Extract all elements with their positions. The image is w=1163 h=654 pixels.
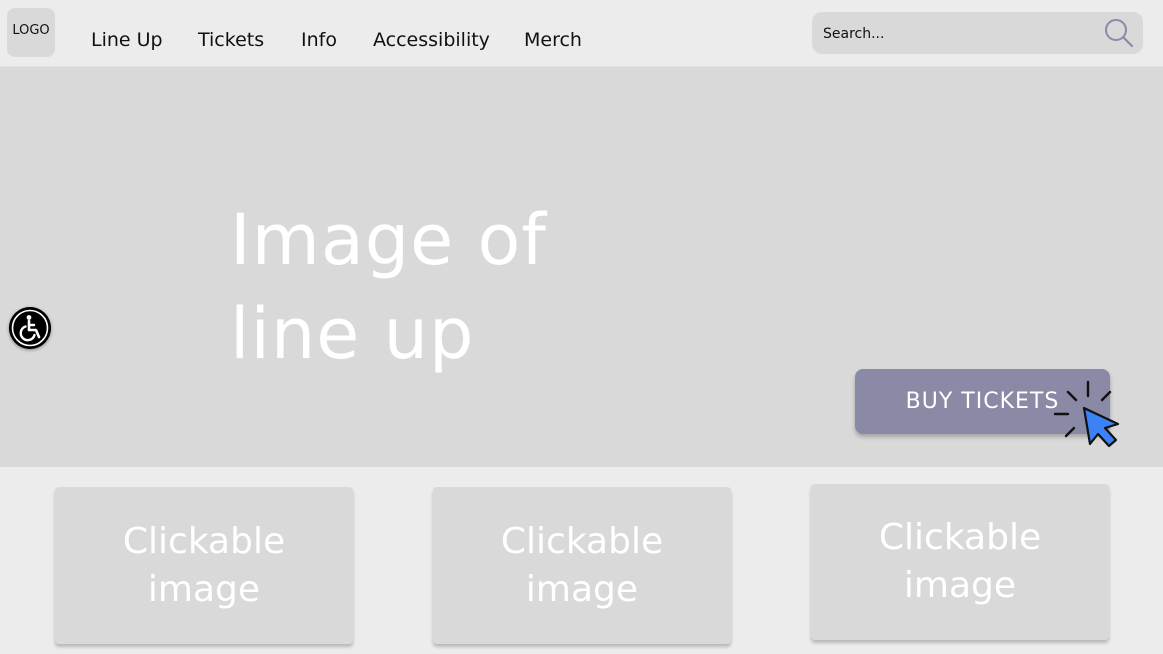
search-bar: [812, 12, 1143, 54]
click-cursor-icon: [1053, 380, 1120, 448]
nav-item-merch[interactable]: Merch: [524, 29, 582, 51]
search-input[interactable]: [821, 21, 1095, 47]
clickable-image-card-2[interactable]: Clickable image: [433, 487, 731, 644]
clickable-image-card-1[interactable]: Clickable image: [55, 487, 353, 644]
nav-item-tickets[interactable]: Tickets: [198, 29, 264, 51]
card-label: Clickable image: [878, 517, 1042, 606]
nav-item-accessibility[interactable]: Accessibility: [373, 29, 490, 51]
clickable-image-card-3[interactable]: Clickable image: [811, 484, 1109, 640]
logo[interactable]: LOGO: [7, 8, 55, 57]
hero-image-placeholder: Image of line up: [230, 199, 547, 375]
buy-tickets-label: BUY TICKETS: [905, 389, 1060, 414]
card-label: Clickable image: [500, 520, 664, 610]
nav-item-info[interactable]: Info: [301, 29, 337, 51]
wheelchair-icon[interactable]: [9, 307, 51, 349]
site-header: LOGO Line Up Tickets Info Accessibility …: [0, 0, 1163, 67]
card-label: Clickable image: [122, 520, 286, 610]
nav-item-line-up[interactable]: Line Up: [91, 29, 163, 51]
search-icon[interactable]: [1103, 17, 1135, 49]
